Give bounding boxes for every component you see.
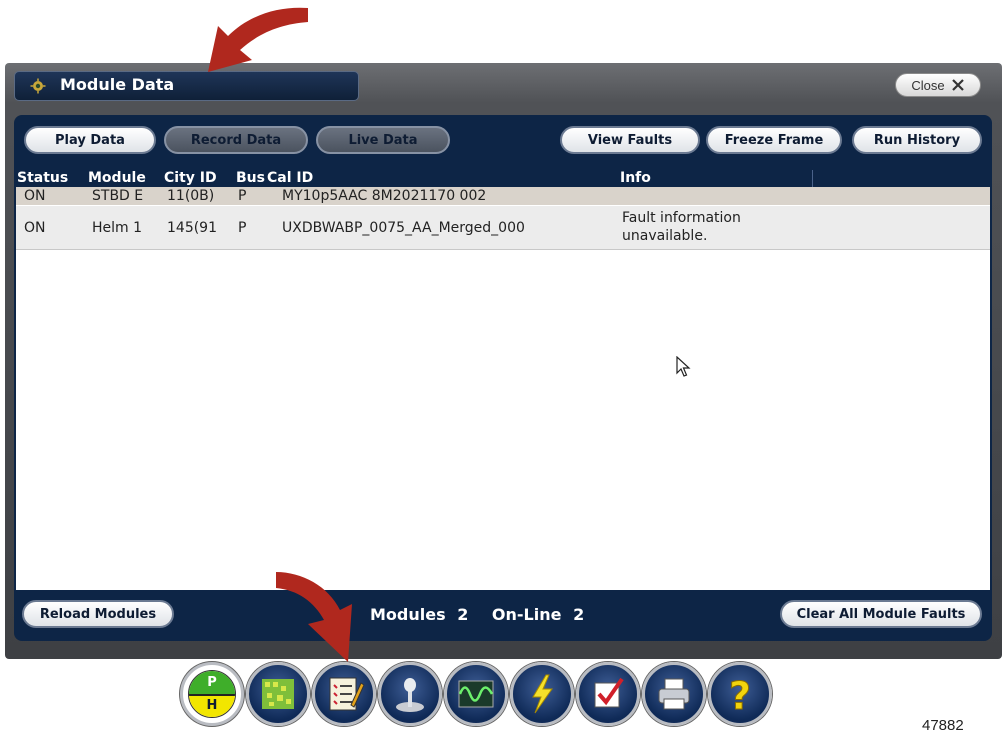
module-summary: Modules 2 On-Line 2 (370, 605, 584, 624)
play-data-button[interactable]: Play Data (24, 126, 156, 154)
column-header-cal-id[interactable]: Cal ID (267, 170, 313, 187)
waveform-icon (458, 680, 494, 708)
modules-count: 2 (457, 605, 469, 624)
online-label: On-Line (491, 605, 562, 624)
column-header-bus[interactable]: Bus (236, 170, 265, 187)
cell-city-id: 145(91 (167, 220, 217, 236)
arrow-icon (208, 7, 308, 72)
svg-text:?: ? (729, 674, 751, 718)
run-history-button[interactable]: Run History (852, 126, 982, 154)
cell-cal-id: UXDBWABP_0075_AA_Merged_000 (282, 220, 525, 236)
lightning-icon (532, 674, 553, 714)
checklist-button[interactable] (312, 662, 376, 726)
joystick-icon (396, 678, 424, 712)
cell-city-id: 11(0B) (167, 188, 215, 204)
cell-module: Helm 1 (92, 220, 143, 236)
help-icon: ? (728, 674, 751, 719)
live-data-button[interactable]: Live Data (316, 126, 450, 154)
column-divider (812, 170, 813, 187)
help-button[interactable]: ? (708, 662, 772, 726)
cell-status: ON (24, 188, 46, 204)
printer-icon (658, 678, 690, 710)
arrow-icon (276, 572, 352, 662)
printer-button[interactable] (642, 662, 706, 726)
module-logo-icon (30, 78, 46, 94)
checkbox-button[interactable] (576, 662, 640, 726)
table-row[interactable] (16, 187, 990, 205)
cell-status: ON (24, 220, 46, 236)
column-header-module[interactable]: Module (88, 170, 146, 187)
cell-bus: P (238, 188, 247, 204)
circuit-board-button[interactable] (246, 662, 310, 726)
figure-number: 47882 (922, 717, 964, 734)
cell-info: Fault information (622, 210, 741, 226)
cell-module: STBD E (92, 188, 144, 204)
column-header-status[interactable]: Status (17, 170, 68, 187)
waveform-button[interactable] (444, 662, 508, 726)
ph-bottom-label: H (189, 696, 235, 717)
checklist-icon (329, 677, 365, 711)
window-title: Module Data (60, 75, 175, 94)
clear-all-module-faults-button[interactable]: Clear All Module Faults (780, 600, 982, 628)
checkbox-icon (594, 677, 624, 708)
cell-cal-id: MY10p5AAC 8M2021170 002 (282, 188, 487, 204)
cell-info: unavailable. (622, 228, 708, 244)
reload-modules-button[interactable]: Reload Modules (22, 600, 174, 628)
freeze-frame-button[interactable]: Freeze Frame (706, 126, 842, 154)
mouse-pointer-icon (676, 356, 691, 377)
joystick-button[interactable] (378, 662, 442, 726)
column-header-city-id[interactable]: City ID (164, 170, 217, 187)
view-faults-button[interactable]: View Faults (560, 126, 700, 154)
cell-bus: P (238, 220, 247, 236)
ph-gauge-icon: P H (188, 670, 236, 718)
close-icon (951, 79, 964, 91)
ph-top-label: P (189, 671, 235, 694)
ph-gauge-button[interactable]: P H (180, 662, 244, 726)
online-count: 2 (573, 605, 585, 624)
lightning-button[interactable] (510, 662, 574, 726)
record-data-button[interactable]: Record Data (164, 126, 308, 154)
close-button[interactable]: Close (895, 73, 981, 97)
table-header (16, 170, 990, 187)
close-label: Close (911, 77, 945, 93)
column-header-info[interactable]: Info (620, 170, 651, 187)
circuit-board-icon (262, 679, 294, 709)
modules-label: Modules (370, 605, 446, 624)
